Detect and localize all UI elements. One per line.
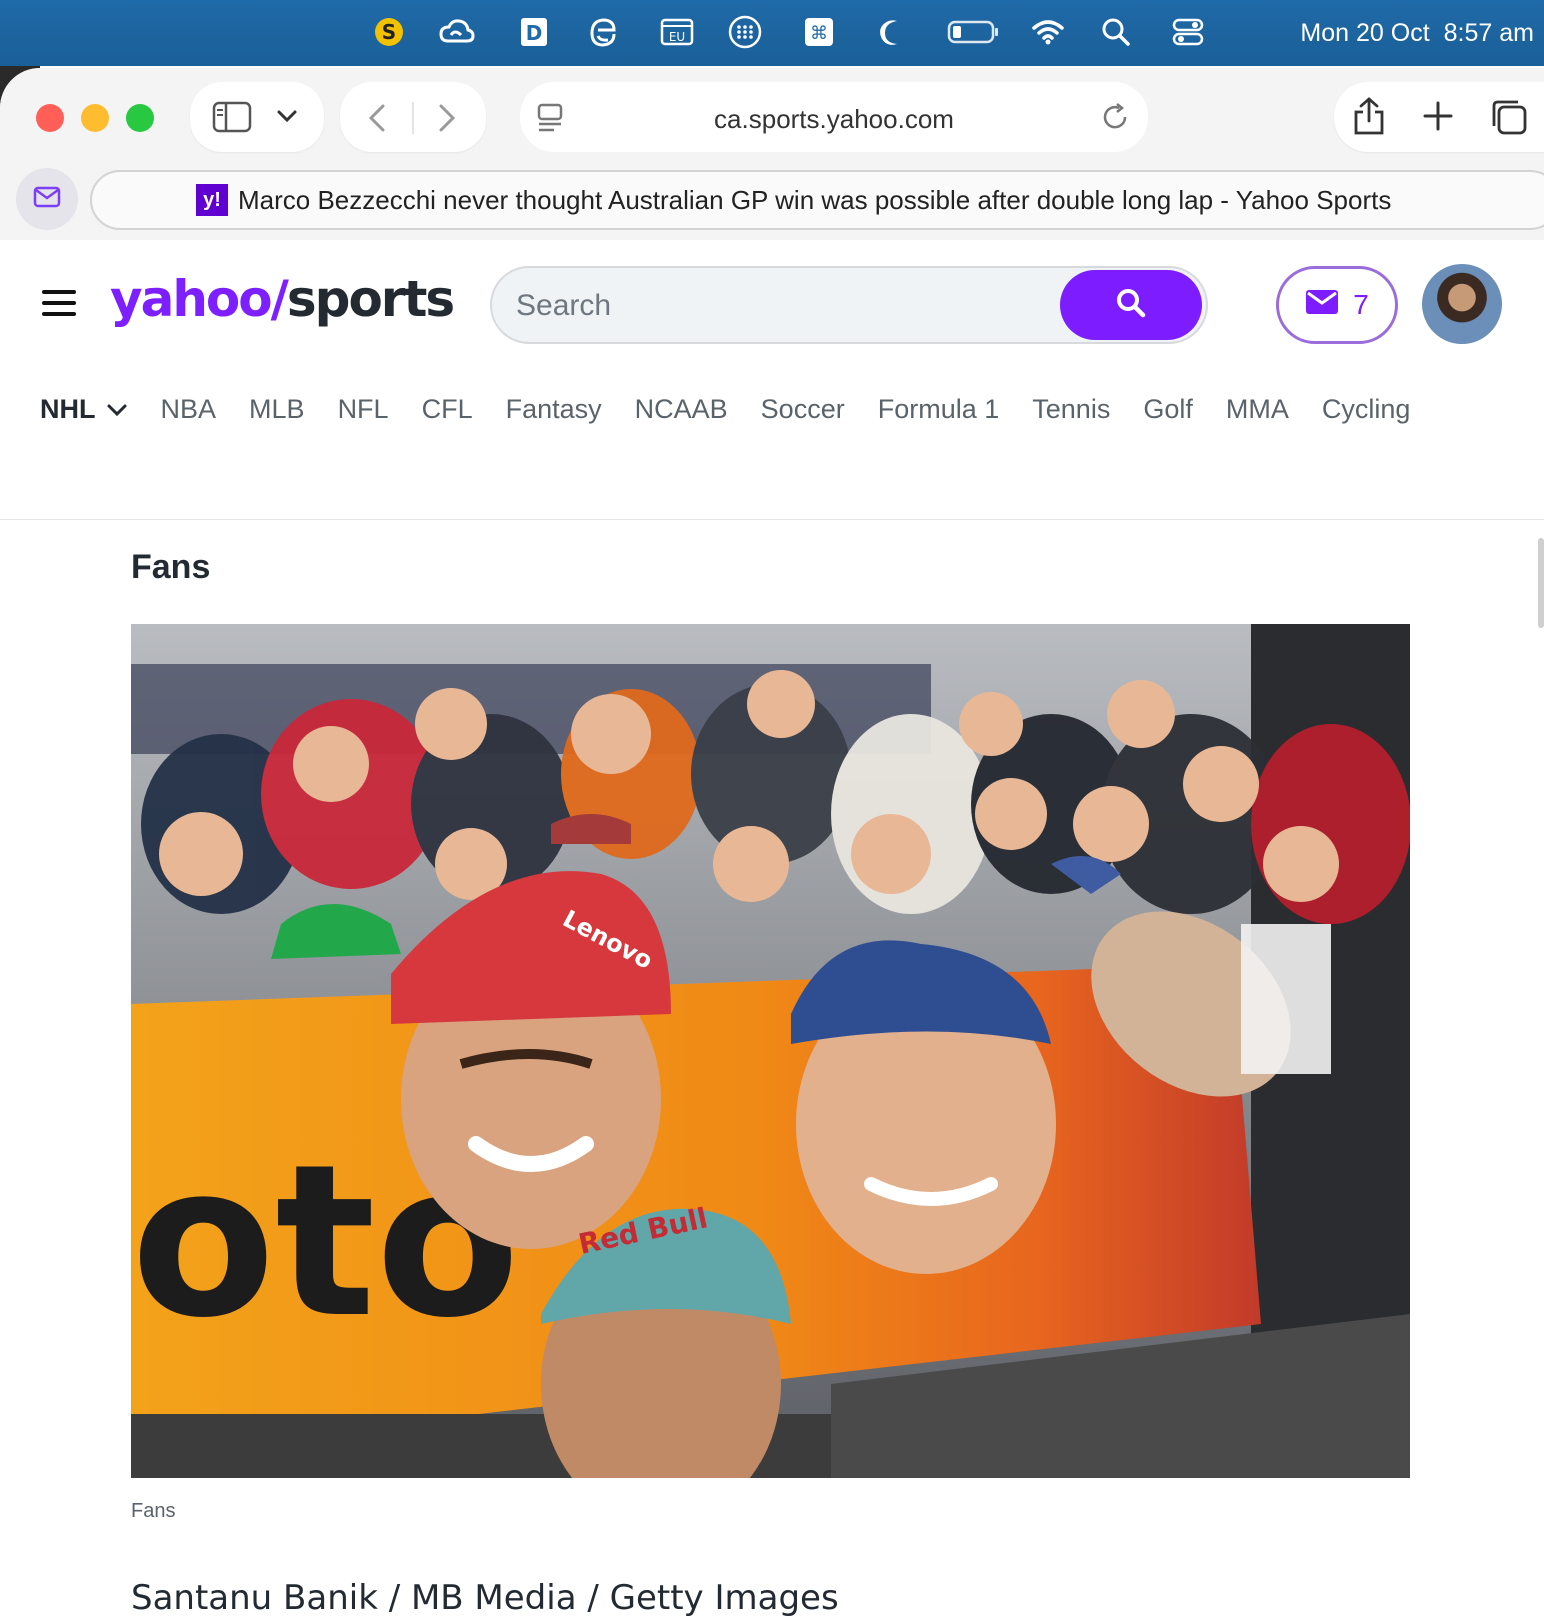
nav-item-ncaab[interactable]: NCAAB — [635, 394, 728, 425]
browser-toolbar: ca.sports.yahoo.com y! Marco Bezzecchi n… — [0, 68, 1544, 240]
svg-text:⌘: ⌘ — [810, 23, 828, 44]
menu-bar: S D EU ⌘ Mon 20 Oct 8:57 am — [0, 0, 1544, 66]
svg-text:D: D — [526, 21, 543, 45]
eu-vat-icon[interactable]: EU — [659, 14, 695, 50]
history-divider — [412, 102, 414, 134]
creative-cloud-icon[interactable] — [439, 14, 475, 50]
nav-item-cycling[interactable]: Cycling — [1322, 394, 1411, 425]
new-tab-icon[interactable] — [1422, 100, 1454, 136]
history-buttons — [340, 82, 486, 152]
control-center-icon[interactable] — [1170, 14, 1206, 50]
spotlight-icon[interactable] — [1098, 14, 1134, 50]
photo-credit: Santanu Banik / MB Media / Getty Images — [131, 1578, 839, 1616]
fans-photo-illustration: oto Lenovo Red Bull — [131, 624, 1410, 1478]
nav-item-tennis[interactable]: Tennis — [1032, 394, 1110, 425]
browser-window: ca.sports.yahoo.com y! Marco Bezzecchi n… — [0, 68, 1544, 1616]
nav-item-nba[interactable]: NBA — [161, 394, 217, 425]
mail-button[interactable]: 7 — [1276, 266, 1398, 344]
sidebar-icon[interactable] — [212, 101, 252, 137]
launchpad-icon[interactable] — [727, 14, 763, 50]
search-icon — [1116, 288, 1146, 322]
share-icon[interactable] — [1352, 96, 1386, 140]
dictionary-icon[interactable]: D — [516, 14, 552, 50]
search-button[interactable] — [1060, 270, 1202, 340]
section-title: Fans — [131, 548, 211, 586]
nav-item-formula1[interactable]: Formula 1 — [878, 394, 1000, 425]
keyboard-shortcut-icon[interactable]: ⌘ — [801, 14, 837, 50]
zoom-window-button[interactable] — [126, 104, 154, 132]
yahoo-sports-logo[interactable]: yahoo/sports — [110, 270, 455, 328]
mail-extension-button[interactable] — [16, 168, 78, 230]
photo-caption: Fans — [131, 1500, 176, 1522]
envelope-icon — [33, 186, 61, 212]
tab-bar: y! Marco Bezzecchi never thought Austral… — [0, 168, 1544, 240]
edge-icon[interactable] — [585, 14, 621, 50]
active-tab[interactable]: y! Marco Bezzecchi never thought Austral… — [90, 170, 1544, 230]
svg-text:EU: EU — [669, 30, 685, 44]
close-window-button[interactable] — [36, 104, 64, 132]
url-text: ca.sports.yahoo.com — [714, 104, 954, 134]
scrooge-icon[interactable]: S — [371, 14, 407, 50]
hamburger-menu-icon[interactable] — [42, 290, 76, 316]
scrollbar[interactable] — [1538, 538, 1544, 628]
nav-item-cfl[interactable]: CFL — [422, 394, 473, 425]
svg-text:S: S — [382, 20, 396, 44]
menu-date: Mon 20 Oct — [1300, 18, 1430, 47]
mail-count: 7 — [1353, 289, 1369, 320]
reload-icon[interactable] — [1100, 102, 1130, 136]
wifi-icon[interactable] — [1030, 14, 1066, 50]
address-bar[interactable]: ca.sports.yahoo.com — [520, 82, 1148, 152]
sports-nav: NHL NBA MLB NFL CFL Fantasy NCAAB Soccer… — [40, 388, 1443, 430]
nav-item-fantasy[interactable]: Fantasy — [506, 394, 602, 425]
back-arrow-icon[interactable] — [366, 102, 388, 138]
window-actions — [1334, 82, 1544, 152]
forward-arrow-icon[interactable] — [436, 102, 458, 138]
yahoo-favicon: y! — [196, 184, 228, 216]
menu-time: 8:57 am — [1443, 18, 1534, 47]
tab-title: Marco Bezzecchi never thought Australian… — [238, 184, 1392, 215]
nav-item-mlb[interactable]: MLB — [249, 394, 305, 425]
nav-item-mma[interactable]: MMA — [1226, 394, 1289, 425]
tab-overview-icon[interactable] — [1490, 98, 1528, 140]
nav-item-nfl[interactable]: NFL — [338, 394, 389, 425]
chevron-down-icon[interactable] — [276, 108, 298, 128]
moon-icon[interactable] — [874, 14, 910, 50]
chevron-down-icon — [106, 394, 128, 425]
sidebar-toggle-group — [190, 82, 324, 152]
search-input[interactable] — [516, 282, 1016, 330]
logo-yahoo-text: yahoo — [110, 270, 273, 328]
nav-item-soccer[interactable]: Soccer — [761, 394, 845, 425]
minimize-window-button[interactable] — [81, 104, 109, 132]
article-content: Fans oto Lenovo Red Bull Fans Santanu Ba… — [0, 520, 1544, 1616]
battery-icon[interactable] — [945, 14, 1001, 50]
mail-icon — [1305, 289, 1339, 322]
logo-slash-text: / — [270, 270, 289, 328]
nav-item-golf[interactable]: Golf — [1143, 394, 1193, 425]
site-header: yahoo/sports 7 NHL NBA — [0, 240, 1544, 520]
menu-clock[interactable]: Mon 20 Oct 8:57 am — [1300, 0, 1534, 66]
search-box — [490, 266, 1208, 344]
nav-item-nhl[interactable]: NHL — [40, 394, 128, 425]
nav-item-label: NHL — [40, 393, 96, 424]
article-photo[interactable]: oto Lenovo Red Bull — [131, 624, 1410, 1478]
avatar[interactable] — [1422, 264, 1502, 344]
logo-sports-text: sports — [286, 270, 455, 328]
